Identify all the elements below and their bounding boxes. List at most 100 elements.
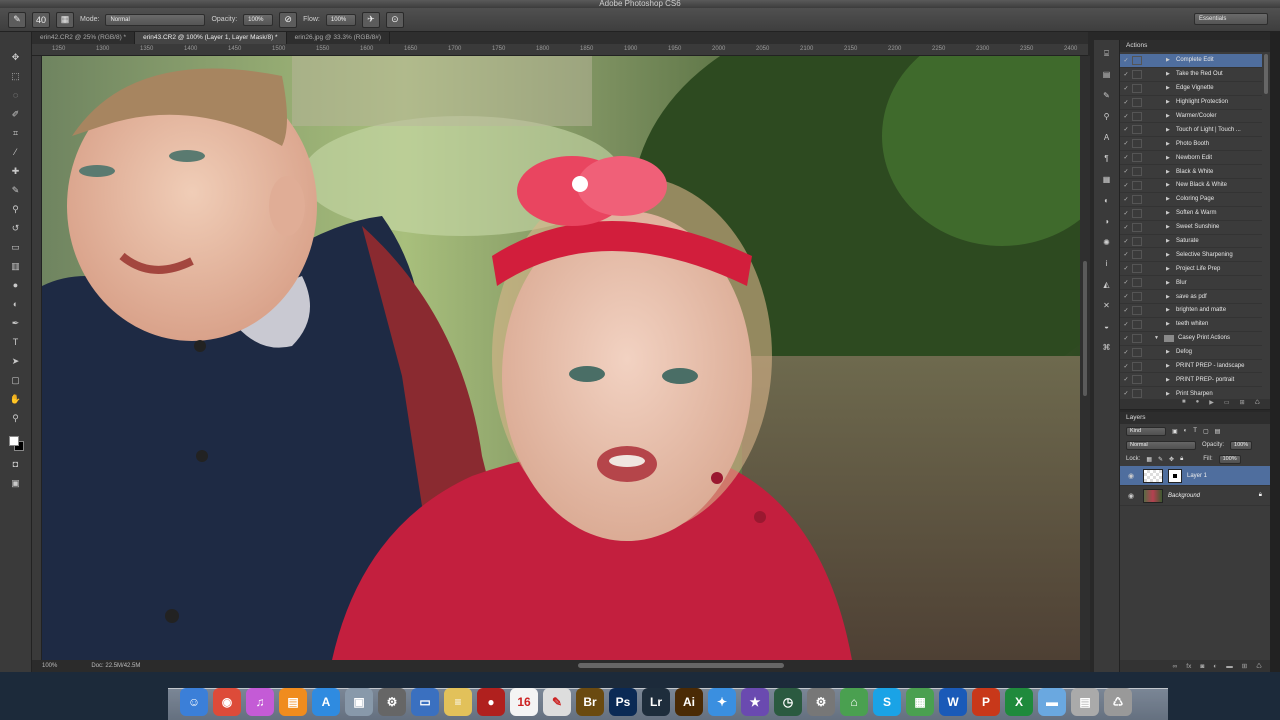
dialog-toggle-box[interactable] xyxy=(1132,222,1142,232)
expand-right-icon[interactable]: ▶ xyxy=(1166,266,1176,272)
swatches-icon[interactable]: ▦ xyxy=(1100,174,1114,186)
info-icon[interactable]: i xyxy=(1100,258,1114,270)
dialog-toggle-box[interactable] xyxy=(1132,55,1142,65)
type-tool-icon[interactable]: T xyxy=(8,335,24,349)
horizontal-scroll-thumb[interactable] xyxy=(578,663,784,668)
action-toggle-check-icon[interactable]: ✓ xyxy=(1120,390,1132,397)
action-item[interactable]: ✓ ▶ Blur xyxy=(1120,276,1262,291)
action-toggle-check-icon[interactable]: ✓ xyxy=(1120,293,1132,300)
dialog-toggle-box[interactable] xyxy=(1132,361,1142,371)
workspace-dropdown[interactable]: Essentials xyxy=(1194,13,1268,25)
powerpoint-icon[interactable]: P xyxy=(972,688,1000,716)
adjustments-icon[interactable]: ◑ xyxy=(1100,216,1114,228)
trash-icon[interactable]: ♺ xyxy=(1255,399,1260,409)
action-item[interactable]: ✓ ▶ brighten and matte xyxy=(1120,304,1262,318)
expand-right-icon[interactable]: ▶ xyxy=(1166,307,1176,313)
dialog-toggle-box[interactable] xyxy=(1132,208,1142,218)
settings-icon[interactable]: ⚙ xyxy=(807,688,835,716)
history-icon[interactable]: ⌸ xyxy=(1100,48,1114,60)
pressure-opacity-icon[interactable]: ⊘ xyxy=(279,11,298,28)
link-layers-icon[interactable]: ∞ xyxy=(1173,663,1178,670)
photo-canvas[interactable] xyxy=(42,56,1080,660)
action-toggle-check-icon[interactable]: ✓ xyxy=(1120,321,1132,328)
color-swatches[interactable] xyxy=(7,434,25,452)
dialog-toggle-box[interactable] xyxy=(1132,111,1142,121)
expand-right-icon[interactable]: ▶ xyxy=(1166,141,1176,147)
expand-right-icon[interactable]: ▶ xyxy=(1166,210,1176,216)
crop-tool-icon[interactable]: ⌗ xyxy=(8,126,24,140)
action-toggle-check-icon[interactable]: ✓ xyxy=(1120,71,1132,78)
paths-icon[interactable]: ⌘ xyxy=(1100,342,1114,354)
pressure-size-icon[interactable]: ⊙ xyxy=(385,11,404,28)
action-item[interactable]: ✓ ▶ teeth whiten xyxy=(1120,318,1262,332)
keynote-icon[interactable]: ▭ xyxy=(411,688,439,716)
brush-tool-icon-2[interactable]: ✎ xyxy=(8,183,24,197)
action-toggle-check-icon[interactable]: ✓ xyxy=(1120,196,1132,203)
properties-icon[interactable]: ▤ xyxy=(1100,69,1114,81)
action-toggle-check-icon[interactable]: ✓ xyxy=(1120,363,1132,370)
foreground-color[interactable] xyxy=(8,436,19,446)
action-toggle-check-icon[interactable]: ✓ xyxy=(1120,335,1132,342)
opacity-field[interactable]: 100% xyxy=(243,13,274,26)
skype-icon[interactable]: S xyxy=(873,688,901,716)
tab-erin26[interactable]: erin26.jpg @ 33.3% (RGB/8#) xyxy=(287,32,391,44)
dialog-toggle-box[interactable] xyxy=(1132,167,1142,177)
dodge-tool-icon[interactable]: ◐ xyxy=(8,297,24,311)
textedit-icon[interactable]: ✎ xyxy=(543,688,571,716)
expand-right-icon[interactable]: ▶ xyxy=(1166,99,1176,105)
photo-booth-icon[interactable]: ● xyxy=(477,688,505,716)
action-item[interactable]: ✓ ▶ Print Sharpen xyxy=(1120,387,1262,398)
new-set-icon[interactable]: ▭ xyxy=(1224,399,1230,409)
action-item[interactable]: ✓ ▶ Coloring Page xyxy=(1120,193,1262,207)
vertical-ruler[interactable] xyxy=(32,56,42,662)
color-icon[interactable]: ◐ xyxy=(1100,195,1114,207)
lock-position-icon[interactable]: ✥ xyxy=(1169,456,1174,463)
brush-preset-picker[interactable]: 40 xyxy=(32,11,50,28)
visibility-eye-icon[interactable]: ◉ xyxy=(1128,492,1138,500)
action-toggle-check-icon[interactable]: ✓ xyxy=(1120,182,1132,189)
clone-source-icon[interactable]: ⚲ xyxy=(1100,111,1114,123)
expand-right-icon[interactable]: ▶ xyxy=(1166,182,1176,188)
tab-erin43[interactable]: erin43.CR2 @ 100% (Layer 1, Layer Mask/8… xyxy=(135,32,287,44)
action-item[interactable]: ✓ ▶ Touch of Light | Touch ... xyxy=(1120,123,1262,138)
bridge-icon[interactable]: Br xyxy=(576,688,604,716)
automator-icon[interactable]: ⚙ xyxy=(378,688,406,716)
dialog-toggle-box[interactable] xyxy=(1132,69,1142,79)
ibooks-icon[interactable]: ▤ xyxy=(279,688,307,716)
action-toggle-check-icon[interactable]: ✓ xyxy=(1120,224,1132,231)
kind-filter-dropdown[interactable]: Kind xyxy=(1126,426,1166,436)
expand-right-icon[interactable]: ▶ xyxy=(1166,155,1176,161)
dialog-toggle-box[interactable] xyxy=(1132,319,1142,329)
preview-icon[interactable]: ▣ xyxy=(345,688,373,716)
itunes-icon[interactable]: ♫ xyxy=(246,688,274,716)
expand-right-icon[interactable]: ▶ xyxy=(1166,321,1176,327)
mode-dropdown[interactable]: Normal xyxy=(105,13,206,26)
action-toggle-check-icon[interactable]: ✓ xyxy=(1120,307,1132,314)
shape-tool-icon[interactable]: ▢ xyxy=(8,373,24,387)
tool-presets-icon[interactable]: ✕ xyxy=(1100,300,1114,312)
styles-icon[interactable]: ✺ xyxy=(1100,237,1114,249)
dialog-toggle-box[interactable] xyxy=(1132,389,1142,398)
action-toggle-check-icon[interactable]: ✓ xyxy=(1120,376,1132,383)
history-brush-icon[interactable]: ↺ xyxy=(8,221,24,235)
expand-right-icon[interactable]: ▶ xyxy=(1166,349,1176,355)
notes-icon[interactable]: ≡ xyxy=(444,688,472,716)
dialog-toggle-box[interactable] xyxy=(1132,125,1142,135)
expand-right-icon[interactable]: ▶ xyxy=(1166,377,1176,383)
eraser-icon[interactable]: ▭ xyxy=(8,240,24,254)
image-capture-icon[interactable]: ▦ xyxy=(906,688,934,716)
group-icon[interactable]: ▬ xyxy=(1226,663,1233,670)
quick-mask-icon[interactable]: ◘ xyxy=(8,457,24,471)
action-item[interactable]: ✓ ▶ Defog xyxy=(1120,346,1262,360)
downloads-icon[interactable]: ▤ xyxy=(1071,688,1099,716)
filter-adjust-icon[interactable]: ◐ xyxy=(1184,428,1188,434)
action-item[interactable]: ✓ ▶ PRINT PREP - landscape xyxy=(1120,360,1262,374)
calendar-icon[interactable]: 16 xyxy=(510,688,538,716)
vertical-scrollbar[interactable] xyxy=(1080,56,1090,662)
lightroom-icon[interactable]: Lr xyxy=(642,688,670,716)
tab-erin42[interactable]: erin42.CR2 @ 25% (RGB/8) * xyxy=(32,32,136,44)
action-item[interactable]: ✓ ▶ save as pdf xyxy=(1120,290,1262,305)
action-item[interactable]: ✓ ▶ Saturate xyxy=(1120,235,1262,249)
chrome-icon[interactable]: ◉ xyxy=(213,688,241,716)
blend-mode-dropdown[interactable]: Normal xyxy=(1126,440,1196,450)
